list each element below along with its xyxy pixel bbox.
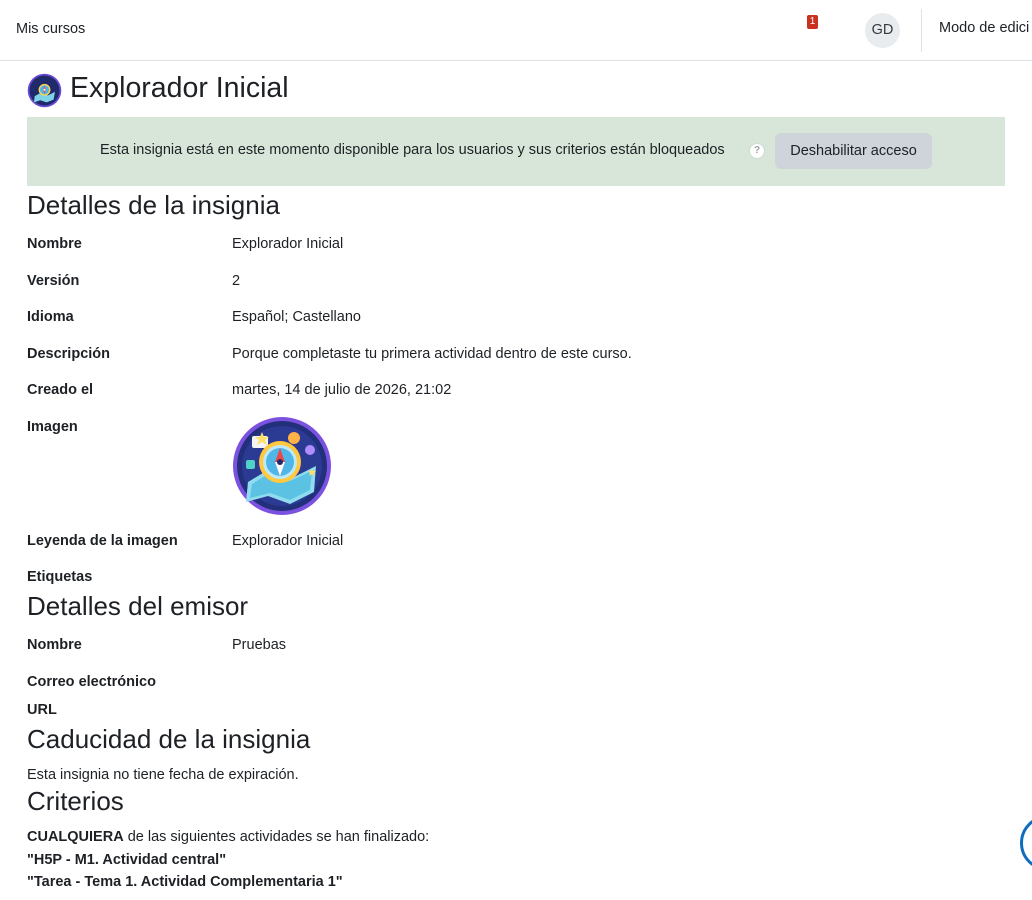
navbar-divider [921,9,922,52]
badge-image [233,417,331,515]
issuer-label-email: Correo electrónico [27,674,156,690]
alert-message: Esta insignia está en este momento dispo… [100,142,725,158]
criteria-heading: Criterios [27,786,124,816]
detail-label-name: Nombre [27,236,82,252]
detail-label-language: Idioma [27,309,74,325]
criteria-keyword: CUALQUIERA [27,829,124,845]
edit-mode-toggle-label[interactable]: Modo de edici [939,20,1029,36]
detail-label-description: Descripción [27,346,110,362]
detail-label-image: Imagen [27,419,78,435]
floating-help-button[interactable] [1020,815,1032,871]
detail-value-created: martes, 14 de julio de 2026, 21:02 [232,382,452,398]
disable-access-button[interactable]: Deshabilitar acceso [775,133,932,169]
notifications-button[interactable]: 1 [790,14,826,48]
compass-badge-icon [27,73,62,108]
my-courses-link[interactable]: Mis cursos [16,21,85,37]
detail-value-version: 2 [232,273,241,289]
detail-value-name: Explorador Inicial [232,236,344,252]
issuer-value-name: Pruebas [232,637,287,653]
criteria-activity: "Tarea - Tema 1. Actividad Complementari… [27,874,343,890]
detail-label-image-caption: Leyenda de la imagen [27,533,178,549]
status-alert: Esta insignia está en este momento dispo… [27,117,1005,186]
question-circle-icon[interactable]: ? [749,143,765,159]
detail-value-description: Porque completaste tu primera actividad … [232,346,632,362]
expiry-text: Esta insignia no tiene fecha de expiraci… [27,767,299,783]
detail-label-created: Creado el [27,382,94,398]
criteria-activity: "H5P - M1. Actividad central" [27,852,227,868]
detail-label-tags: Etiquetas [27,569,93,585]
detail-label-version: Versión [27,273,80,289]
notification-count-badge: 1 [807,15,818,29]
issuer-details-heading: Detalles del emisor [27,591,249,621]
user-avatar[interactable]: GD [865,13,900,48]
issuer-label-name: Nombre [27,637,82,653]
issuer-label-url: URL [27,702,57,718]
criteria-intro-text: de las siguientes actividades se han fin… [123,829,430,845]
detail-value-language: Español; Castellano [232,309,361,325]
expiry-heading: Caducidad de la insignia [27,724,311,754]
criteria-intro: CUALQUIERA de las siguientes actividades… [27,829,429,845]
page-title: Explorador Inicial [70,72,289,104]
detail-value-image-caption: Explorador Inicial [232,533,344,549]
top-navbar: Mis cursos 1 GD Modo de edici [0,0,1032,61]
badge-details-heading: Detalles de la insignia [27,190,280,220]
